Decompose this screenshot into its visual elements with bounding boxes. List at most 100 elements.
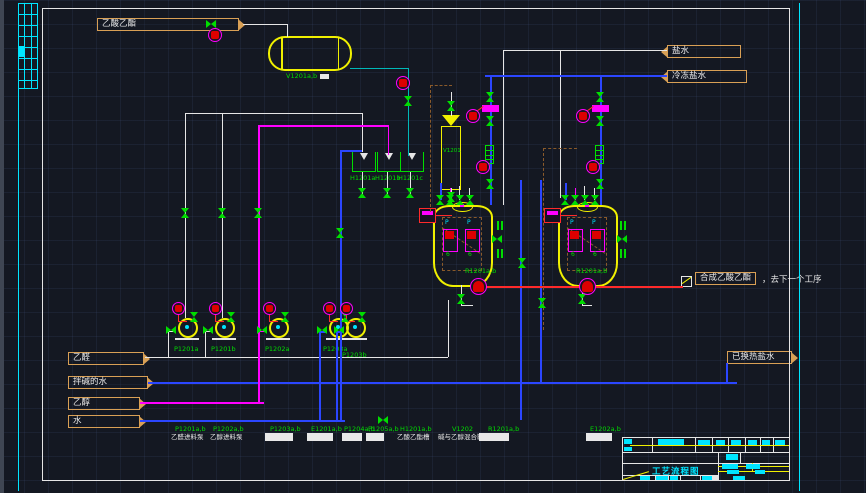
reactor-instrument-card [465, 229, 480, 252]
valve-icon [596, 92, 604, 102]
legend-tag-9: R1201a,b [488, 426, 519, 433]
line [702, 476, 712, 480]
reactor-left: P P 6 6 [430, 196, 496, 292]
valve-icon [227, 312, 235, 322]
line [592, 105, 609, 112]
line [624, 249, 626, 258]
pump-1-tag: P1201a [174, 346, 198, 353]
line [733, 476, 745, 480]
valve-icon [190, 312, 198, 322]
line [18, 88, 38, 89]
line [482, 105, 499, 112]
line [215, 321, 224, 322]
valve-icon [486, 179, 494, 189]
connector-label: 乙酸乙酯 [102, 19, 136, 29]
reactor-glyph: 6 [593, 252, 597, 258]
line [448, 300, 449, 357]
valve-icon [617, 235, 627, 243]
line [622, 437, 623, 480]
reactor-glyph: P [467, 220, 471, 226]
line [727, 470, 739, 474]
line [485, 145, 494, 146]
legend-tag-10: E1202a,b [590, 426, 621, 433]
line [624, 447, 632, 451]
valve-icon [257, 326, 267, 334]
valve-icon [596, 116, 604, 126]
connector-label: 冷冻盐水 [672, 71, 706, 81]
instrument-bubble-icon [172, 302, 185, 315]
line [37, 3, 38, 88]
line [622, 463, 789, 464]
valve-icon [571, 195, 579, 205]
valve-icon [581, 195, 589, 205]
storage-tank-tag: V1201a,b [286, 73, 317, 80]
connector-label: 拌碱的水 [73, 377, 107, 387]
line [620, 221, 622, 230]
line [726, 363, 728, 383]
line [520, 180, 522, 420]
signal-line [430, 85, 452, 86]
legend-text-1: 乙醛进料泵 [171, 433, 204, 441]
tank-tag-highlight [320, 74, 329, 79]
line [775, 440, 785, 445]
line [18, 3, 38, 4]
line [622, 437, 789, 438]
valve-icon [596, 179, 604, 189]
line [461, 305, 473, 306]
product-stream-label: 合成乙酸乙酯 [700, 273, 751, 283]
legend-tag-3: P1203a,b [270, 426, 301, 433]
line [340, 150, 362, 152]
legend-text-7: 乙酸乙酯槽 [397, 433, 430, 441]
valve-icon [436, 195, 444, 205]
line [746, 464, 760, 469]
line [178, 321, 187, 322]
line [18, 80, 38, 81]
line [497, 221, 499, 230]
line [145, 357, 448, 358]
line [243, 24, 288, 25]
line [560, 51, 561, 198]
instrument-bubble-icon [340, 302, 353, 315]
product-stream-note: ，去下一个工序 [762, 276, 822, 284]
line [762, 440, 770, 445]
valve-icon [457, 294, 465, 304]
valve-icon [466, 195, 474, 205]
hopper-a [352, 152, 376, 172]
cad-canvas[interactable]: 乙酸乙酯 盐水 冷冻盐水 已换热盐水 乙醛 拌碱的水 乙醇 水 合成乙酸乙酯 ，… [0, 0, 866, 493]
line [501, 249, 503, 258]
line [630, 445, 789, 446]
valve-icon [591, 195, 599, 205]
reactor-instrument-card [443, 229, 458, 252]
line [726, 454, 738, 460]
signal-line [543, 148, 577, 149]
line [18, 14, 38, 15]
instrument-bubble-icon [323, 302, 336, 315]
line [748, 440, 757, 445]
instrument-bubble-icon [208, 28, 222, 42]
valve-icon [218, 208, 226, 218]
valve-icon [281, 312, 289, 322]
column-tag: V1201 [443, 148, 461, 155]
line [624, 439, 632, 444]
reactor-glyph: P [570, 220, 574, 226]
line [658, 439, 684, 445]
valve-icon [383, 188, 391, 198]
legend-tag-7: H1201a,b [400, 426, 432, 433]
legend-highlight-6 [366, 433, 384, 441]
valve-icon [578, 294, 586, 304]
reactor-right-motor-instrument [544, 208, 561, 223]
valve-icon [486, 116, 494, 126]
line [540, 180, 542, 382]
column-funnel [442, 115, 460, 126]
connector-chilled-brine-in: 冷冻盐水 [667, 70, 747, 83]
tank-head-line [281, 38, 283, 69]
line [18, 69, 38, 70]
line [140, 420, 345, 422]
line [18, 3, 19, 491]
connector-acetaldehyde: 乙醛 [68, 352, 144, 365]
connector-label: 乙醇 [73, 398, 90, 408]
valve-icon [404, 96, 412, 106]
connector-brine-out: 已换热盐水 [727, 351, 792, 364]
reactor-right-tag: R1201a,b [576, 268, 607, 275]
line [18, 25, 38, 26]
